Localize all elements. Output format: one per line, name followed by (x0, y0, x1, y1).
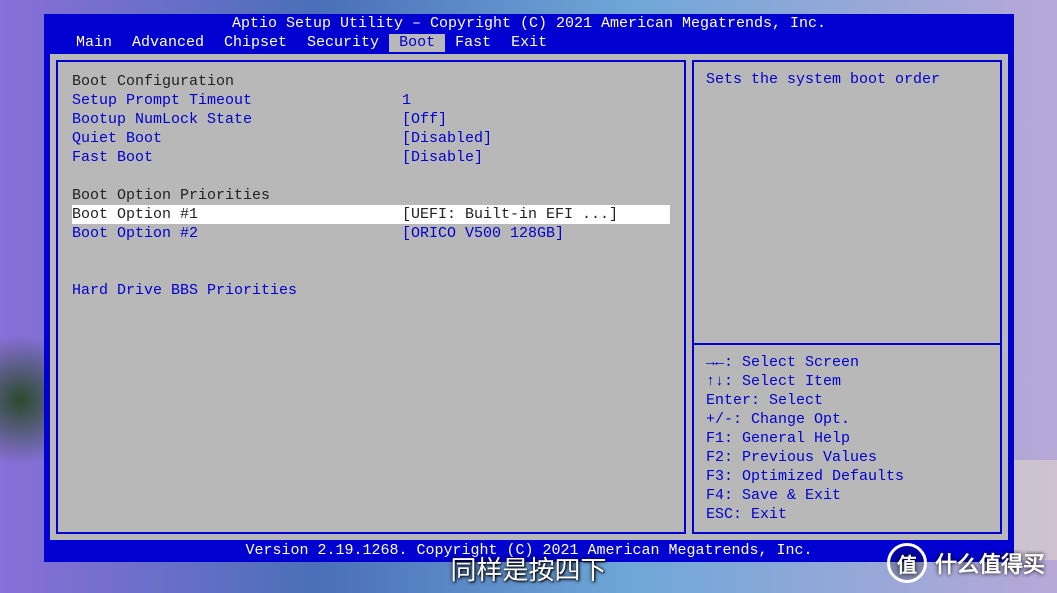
setting-label: Fast Boot (72, 148, 402, 167)
submenu-hard-drive-bbs-priorities[interactable]: Hard Drive BBS Priorities (72, 281, 670, 300)
setting-setup-prompt-timeout[interactable]: Setup Prompt Timeout 1 (72, 91, 670, 110)
spacer (72, 167, 670, 186)
key-select-item: ↑↓: Select Item (706, 372, 988, 391)
setting-boot-option-1[interactable]: Boot Option #1 [UEFI: Built-in EFI ...] (72, 205, 670, 224)
setting-label: Setup Prompt Timeout (72, 91, 402, 110)
setting-bootup-numlock-state[interactable]: Bootup NumLock State [Off] (72, 110, 670, 129)
setting-value: 1 (402, 91, 670, 110)
key-f4: F4: Save & Exit (706, 486, 988, 505)
section-label: Boot Configuration (72, 72, 234, 91)
setting-label: Quiet Boot (72, 129, 402, 148)
watermark-icon: 值 (887, 543, 927, 583)
bios-body: Boot Configuration Setup Prompt Timeout … (50, 54, 1008, 540)
key-esc: ESC: Exit (706, 505, 988, 524)
setting-label: Bootup NumLock State (72, 110, 402, 129)
key-enter: Enter: Select (706, 391, 988, 410)
setting-boot-option-2[interactable]: Boot Option #2 [ORICO V500 128GB] (72, 224, 670, 243)
setting-value: [Disabled] (402, 129, 670, 148)
setting-fast-boot[interactable]: Fast Boot [Disable] (72, 148, 670, 167)
setting-value: [ORICO V500 128GB] (402, 224, 670, 243)
setting-label: Boot Option #2 (72, 224, 402, 243)
menu-bar: Main Advanced Chipset Security Boot Fast… (44, 34, 1014, 54)
bios-title: Aptio Setup Utility – Copyright (C) 2021… (44, 14, 1014, 34)
help-panel: Sets the system boot order →←: Select Sc… (692, 60, 1002, 534)
menu-fast[interactable]: Fast (445, 34, 501, 52)
watermark: 值 什么值得买 (887, 543, 1045, 583)
menu-boot[interactable]: Boot (389, 34, 445, 52)
setting-label: Boot Option #1 (72, 205, 402, 224)
key-f2: F2: Previous Values (706, 448, 988, 467)
submenu-label: Hard Drive BBS Priorities (72, 281, 297, 300)
help-description: Sets the system boot order (694, 62, 1000, 343)
spacer (72, 243, 670, 262)
watermark-text: 什么值得买 (935, 547, 1045, 579)
settings-panel: Boot Configuration Setup Prompt Timeout … (56, 60, 686, 534)
setting-value: [UEFI: Built-in EFI ...] (402, 205, 670, 224)
section-boot-option-priorities: Boot Option Priorities (72, 186, 670, 205)
menu-security[interactable]: Security (297, 34, 389, 52)
key-f3: F3: Optimized Defaults (706, 467, 988, 486)
menu-main[interactable]: Main (66, 34, 122, 52)
key-select-screen: →←: Select Screen (706, 353, 988, 372)
bios-window: Aptio Setup Utility – Copyright (C) 2021… (44, 14, 1014, 562)
section-label: Boot Option Priorities (72, 186, 270, 205)
menu-chipset[interactable]: Chipset (214, 34, 297, 52)
menu-advanced[interactable]: Advanced (122, 34, 214, 52)
setting-value: [Disable] (402, 148, 670, 167)
video-caption: 同样是按四下 (450, 550, 606, 587)
setting-quiet-boot[interactable]: Quiet Boot [Disabled] (72, 129, 670, 148)
spacer (72, 262, 670, 281)
section-boot-configuration: Boot Configuration (72, 72, 670, 91)
setting-value: [Off] (402, 110, 670, 129)
key-f1: F1: General Help (706, 429, 988, 448)
help-keys: →←: Select Screen ↑↓: Select Item Enter:… (694, 345, 1000, 532)
menu-exit[interactable]: Exit (501, 34, 557, 52)
key-change: +/-: Change Opt. (706, 410, 988, 429)
